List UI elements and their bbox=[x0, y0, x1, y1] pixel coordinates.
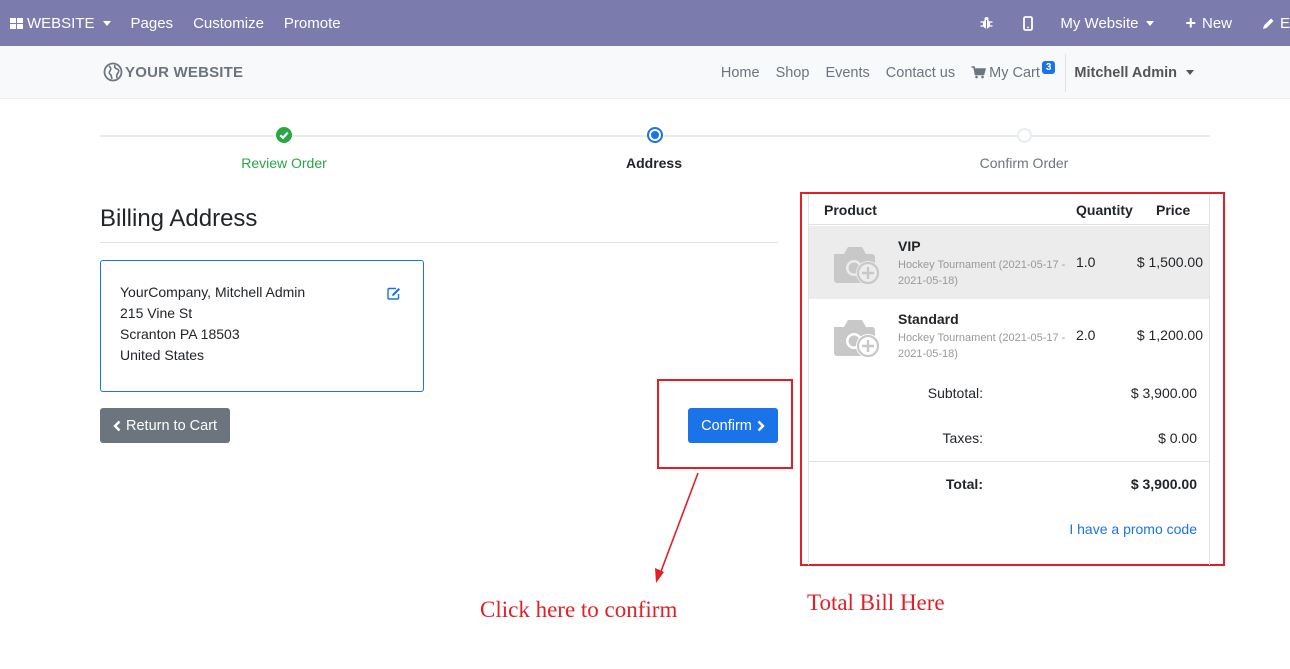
cart-count-badge: 3 bbox=[1041, 61, 1056, 74]
promote-menu[interactable]: Promote bbox=[274, 0, 351, 46]
chevron-down-icon bbox=[1146, 20, 1155, 26]
billing-divider bbox=[100, 242, 778, 243]
column-price: Price bbox=[1156, 202, 1191, 218]
subtotal-value: $ 3,900.00 bbox=[1130, 385, 1197, 401]
total-value: $ 3,900.00 bbox=[1130, 476, 1197, 492]
website-switcher[interactable]: My Website bbox=[1050, 0, 1169, 46]
cart-label: My Cart bbox=[989, 64, 1040, 81]
annotation-arrow bbox=[655, 472, 699, 583]
promo-code-link[interactable]: I have a promo code bbox=[1069, 521, 1197, 537]
product-quantity: 1.0 bbox=[1076, 254, 1096, 270]
total-divider bbox=[809, 461, 1209, 462]
edit-button-label: Edit bbox=[1280, 14, 1290, 32]
product-image-placeholder-icon bbox=[831, 242, 883, 291]
table-header: Product Quantity Price bbox=[809, 194, 1209, 225]
step-pending-icon bbox=[1017, 128, 1032, 143]
product-price: $ 1,500.00 bbox=[1136, 254, 1203, 270]
debug-bug-icon[interactable] bbox=[967, 0, 1006, 46]
site-header: YOUR WEBSITE Home Shop Events Contact us… bbox=[0, 46, 1290, 99]
product-description: Hockey Tournament (2021-05-17 - 2021-05-… bbox=[898, 332, 1066, 360]
confirm-highlight-box bbox=[657, 379, 793, 469]
table-row: Standard Hockey Tournament (2021-05-17 -… bbox=[809, 299, 1209, 372]
user-menu[interactable]: Mitchell Admin bbox=[1066, 65, 1202, 81]
product-quantity: 2.0 bbox=[1076, 327, 1096, 343]
nav-item-contact[interactable]: Contact us bbox=[878, 65, 963, 81]
confirm-annotation-text: Click here to confirm bbox=[480, 597, 678, 622]
pencil-icon bbox=[1263, 18, 1274, 29]
step-confirm-order: Confirm Order bbox=[979, 155, 1069, 171]
cart-icon bbox=[971, 66, 987, 79]
address-line: United States bbox=[120, 347, 205, 363]
product-image-placeholder-icon bbox=[831, 315, 883, 364]
taxes-label: Taxes: bbox=[942, 430, 983, 446]
product-name[interactable]: VIP bbox=[898, 238, 921, 254]
main-nav: Home Shop Events Contact us My Cart 3 Mi… bbox=[713, 46, 1202, 99]
step-address: Address bbox=[625, 155, 683, 171]
taxes-value: $ 0.00 bbox=[1158, 430, 1197, 446]
chevron-left-icon bbox=[113, 420, 121, 431]
step-active-icon bbox=[647, 127, 663, 143]
product-name[interactable]: Standard bbox=[898, 311, 959, 327]
address-line: 215 Vine St bbox=[120, 305, 193, 321]
product-price: $ 1,200.00 bbox=[1136, 327, 1203, 343]
logo-text: YOUR WEBSITE bbox=[125, 63, 244, 81]
subtotal-label: Subtotal: bbox=[927, 385, 983, 401]
order-summary-table: Product Quantity Price VIP Hockey Tourna… bbox=[808, 194, 1210, 565]
return-to-cart-button[interactable]: Return to Cart bbox=[100, 408, 231, 443]
chevron-down-icon bbox=[102, 20, 111, 26]
billing-address-title: Billing Address bbox=[100, 205, 258, 232]
new-button-label: New bbox=[1201, 14, 1232, 32]
mobile-preview-icon[interactable] bbox=[1006, 0, 1050, 46]
apps-grid-icon bbox=[10, 17, 23, 29]
return-to-cart-label: Return to Cart bbox=[126, 417, 218, 434]
website-menu[interactable]: WEBSITE bbox=[0, 0, 121, 46]
website-menu-label: WEBSITE bbox=[27, 14, 95, 32]
product-description: Hockey Tournament (2021-05-17 - 2021-05-… bbox=[898, 259, 1066, 287]
pages-menu[interactable]: Pages bbox=[121, 0, 184, 46]
step-done-check-icon bbox=[276, 127, 292, 143]
address-line: Scranton PA 18503 bbox=[120, 326, 240, 342]
total-label: Total: bbox=[945, 476, 983, 492]
plus-icon: + bbox=[1185, 13, 1196, 33]
nav-item-cart[interactable]: My Cart 3 bbox=[963, 61, 1063, 81]
site-logo[interactable]: YOUR WEBSITE bbox=[103, 62, 243, 82]
chevron-down-icon bbox=[1186, 70, 1194, 75]
bill-annotation-text: Total Bill Here bbox=[807, 590, 945, 615]
nav-item-home[interactable]: Home bbox=[713, 65, 768, 81]
admin-top-bar: WEBSITE Pages Customize Promote My Websi… bbox=[0, 0, 1290, 46]
column-quantity: Quantity bbox=[1076, 202, 1133, 218]
new-button[interactable]: + New bbox=[1169, 0, 1248, 46]
edit-button[interactable]: Edit bbox=[1248, 0, 1290, 46]
globe-icon bbox=[103, 62, 123, 82]
billing-address-card[interactable]: YourCompany, Mitchell Admin 215 Vine St … bbox=[100, 260, 424, 392]
edit-address-icon[interactable] bbox=[387, 285, 401, 306]
address-line: YourCompany, Mitchell Admin bbox=[120, 284, 306, 300]
user-name: Mitchell Admin bbox=[1074, 64, 1177, 81]
nav-item-shop[interactable]: Shop bbox=[768, 65, 818, 81]
website-switcher-label: My Website bbox=[1060, 14, 1139, 32]
nav-item-events[interactable]: Events bbox=[817, 65, 877, 81]
column-product: Product bbox=[824, 202, 877, 218]
customize-menu[interactable]: Customize bbox=[183, 0, 274, 46]
table-row: VIP Hockey Tournament (2021-05-17 - 2021… bbox=[809, 226, 1209, 299]
step-review-order[interactable]: Review Order bbox=[241, 155, 327, 171]
